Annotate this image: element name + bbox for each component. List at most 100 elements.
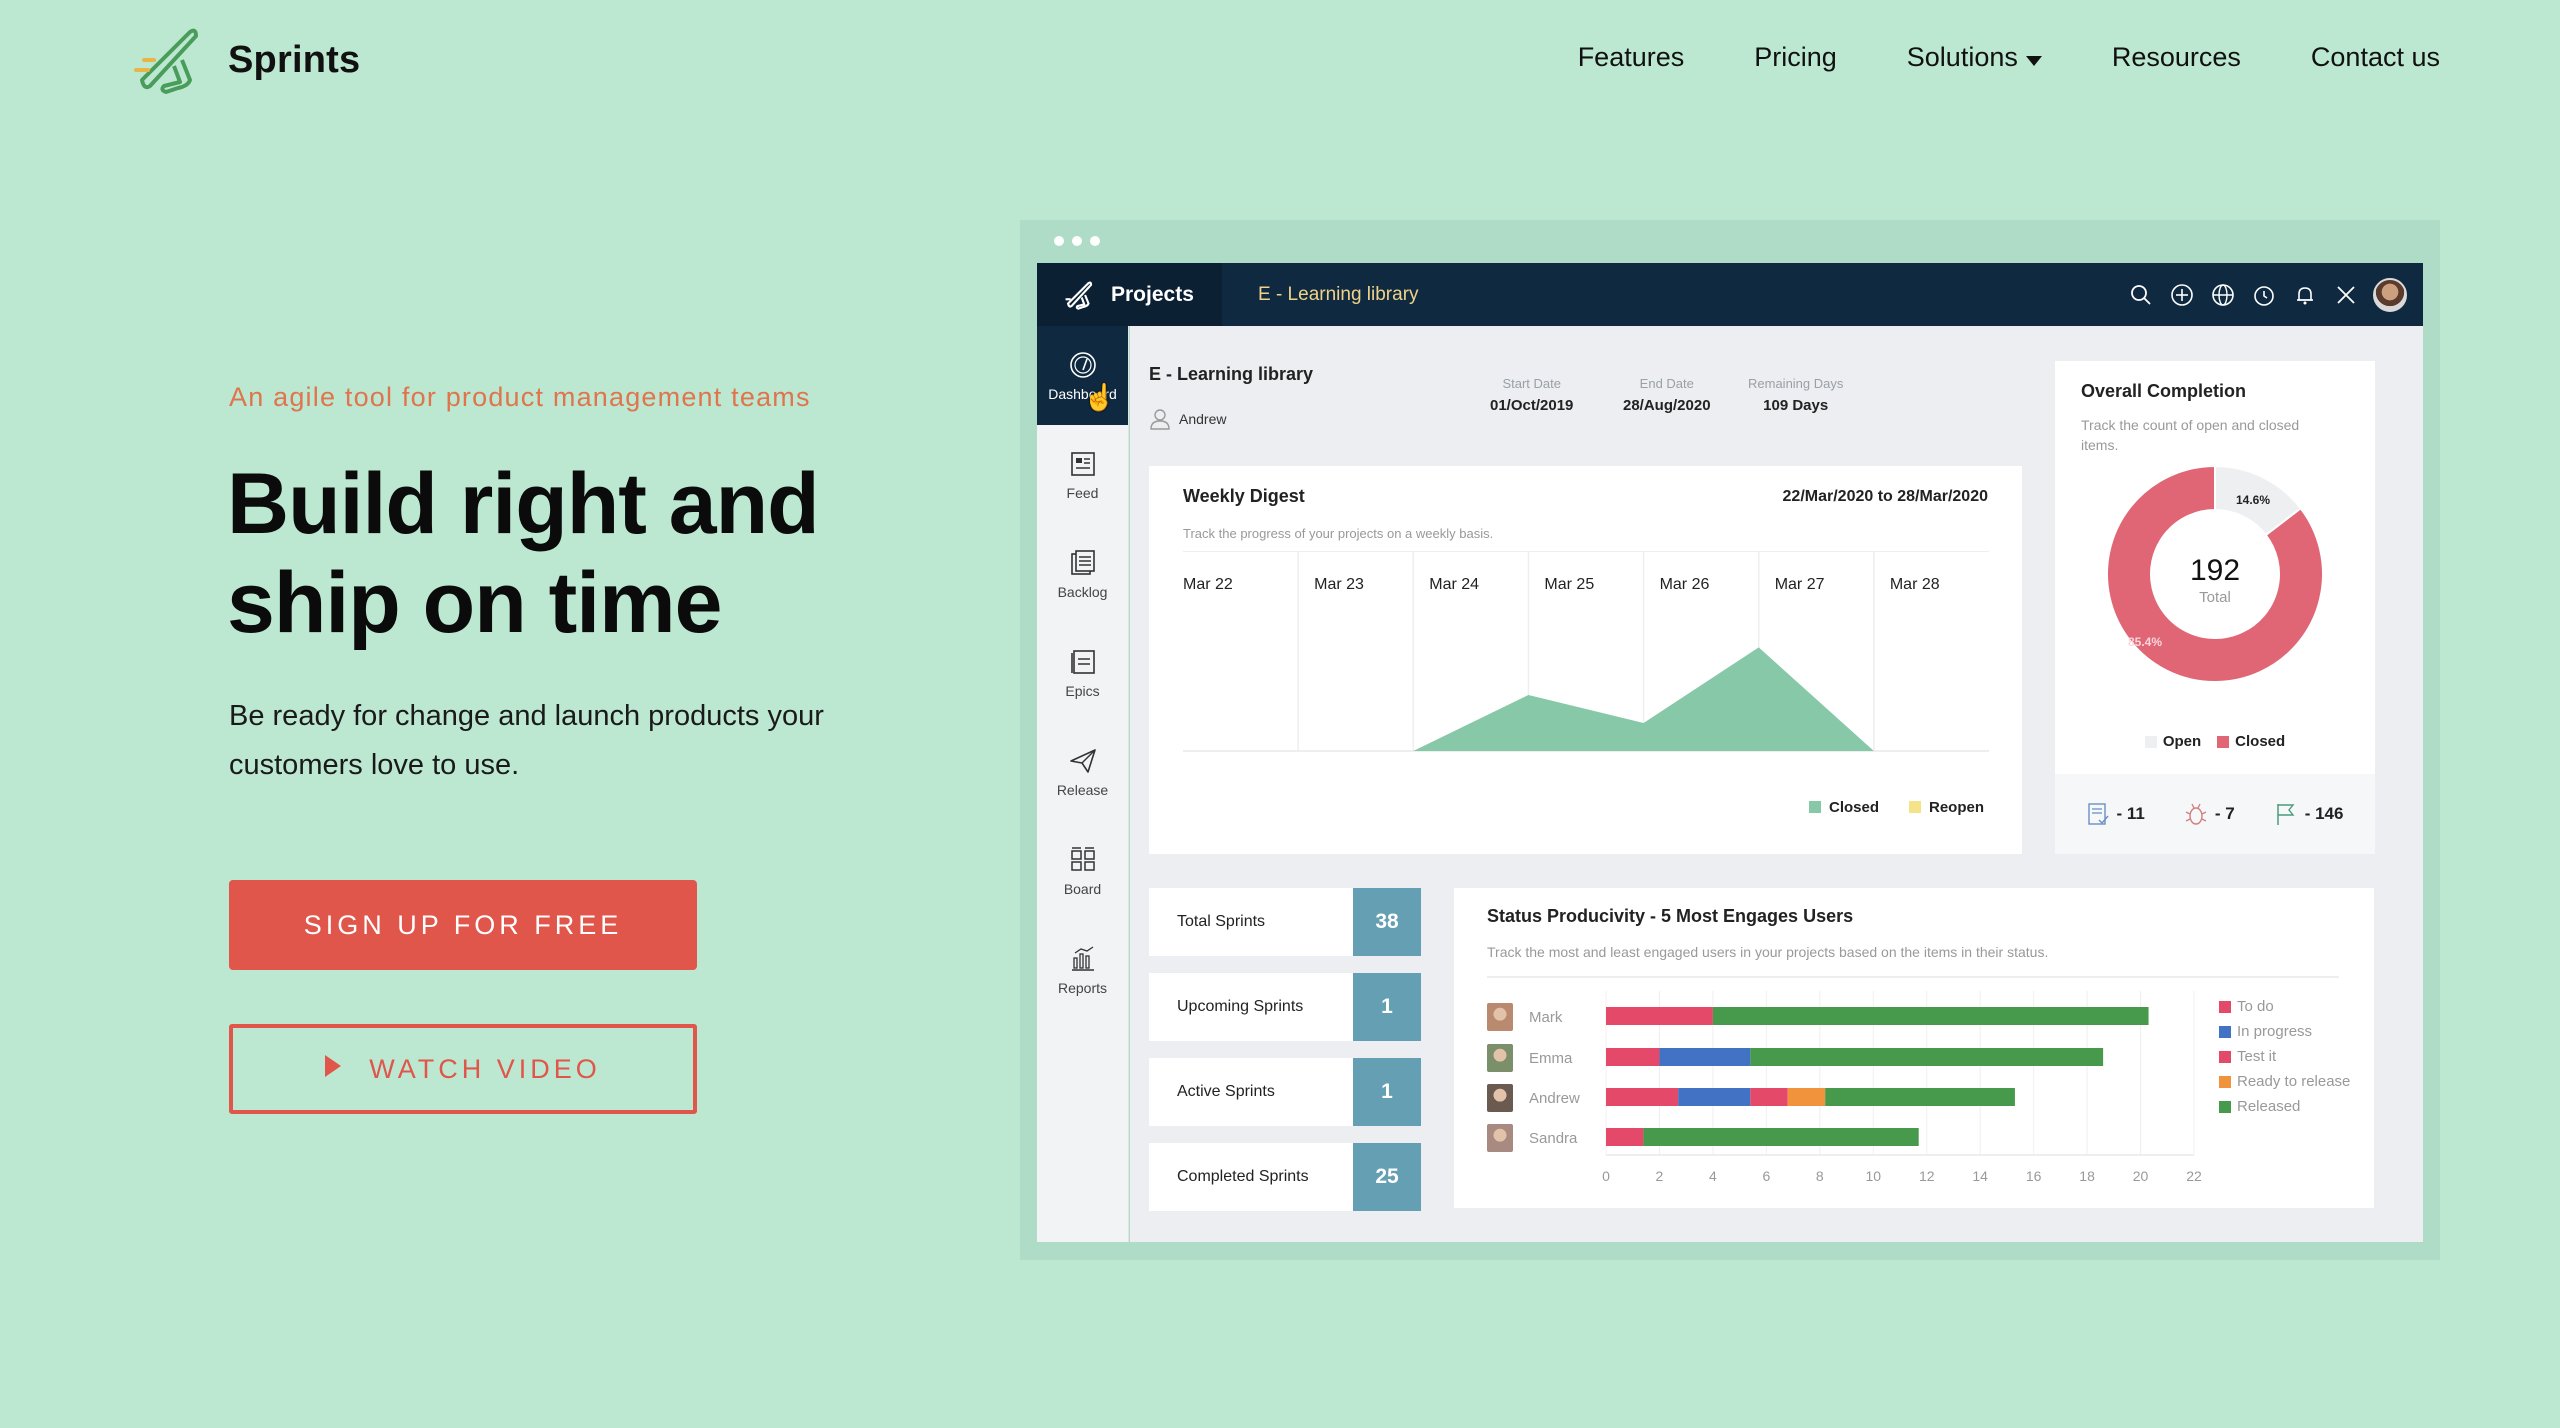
app-sidebar: Dashboard Feed Backlog Epics Release Boa… [1037, 326, 1129, 1242]
sidebar-label: Release [1056, 781, 1109, 798]
window-dot [1072, 236, 1082, 246]
legend-item: Test it [2219, 1048, 2350, 1065]
bugs-count: - 7 [2185, 802, 2235, 826]
search-icon[interactable] [2127, 281, 2155, 309]
legend-swatch [1809, 801, 1821, 813]
milestone-flag-icon [2276, 804, 2295, 825]
legend-label: In progress [2237, 1023, 2313, 1040]
start-date: Start Date 01/Oct/2019 [1490, 376, 1573, 414]
hero-headline: Build right and ship on time [227, 455, 820, 653]
projects-label: Projects [1111, 282, 1194, 306]
nav-solutions[interactable]: Solutions [1907, 42, 2042, 73]
sidebar-label: Feed [1066, 484, 1099, 501]
status-productivity-chart: 0 2 4 6 8 10 12 14 16 18 20 22 [1602, 991, 2202, 1184]
nav-resources[interactable]: Resources [2112, 42, 2241, 73]
legend-label: Test it [2237, 1048, 2277, 1065]
sidebar-item-feed[interactable]: Feed [1037, 425, 1128, 524]
stat-upcoming-sprints[interactable]: Upcoming Sprints 1 [1149, 973, 1421, 1041]
stat-active-sprints[interactable]: Active Sprints 1 [1149, 1058, 1421, 1126]
weekly-digest-card: Weekly Digest 22/Mar/2020 to 28/Mar/2020… [1149, 466, 2022, 854]
overall-completion-card: Overall Completion Track the count of op… [2055, 361, 2375, 854]
completion-donut-chart: 14.6% 85.4% 192 Total [2106, 464, 2324, 683]
remaining-days-label: Remaining Days [1748, 376, 1844, 391]
nav-pricing[interactable]: Pricing [1754, 42, 1837, 73]
stat-total-sprints[interactable]: Total Sprints 38 [1149, 888, 1421, 956]
legend-swatch [2219, 1050, 2231, 1063]
bar-segment-released [1825, 1088, 2015, 1106]
stat-label: Upcoming Sprints [1177, 998, 1304, 1015]
bar-segment-released [1750, 1048, 2104, 1066]
legend-swatch [2219, 1000, 2231, 1013]
sprints-logo-icon [1065, 280, 1093, 310]
watch-video-button[interactable]: WATCH VIDEO [229, 1024, 697, 1114]
weekly-digest-title: Weekly Digest [1183, 486, 1305, 506]
window-dots [1054, 236, 1100, 246]
tools-icon[interactable] [2332, 281, 2360, 309]
start-date-label: Start Date [1502, 376, 1561, 391]
sidebar-item-epics[interactable]: Epics [1037, 623, 1128, 722]
remaining-days-value: 109 Days [1763, 397, 1829, 414]
board-icon [1070, 846, 1095, 871]
x-tick-label: Mar 24 [1429, 576, 1479, 593]
start-date-value: 01/Oct/2019 [1490, 397, 1574, 414]
stat-value: 38 [1353, 888, 1421, 956]
globe-icon[interactable] [2209, 281, 2237, 309]
sidebar-item-release[interactable]: Release [1037, 722, 1128, 821]
x-tick-label: Mar 22 [1183, 576, 1233, 593]
brand-name: Sprints [228, 38, 361, 81]
headline-line-1: Build right and [227, 456, 820, 552]
clock-icon[interactable] [2250, 281, 2278, 309]
x-tick-label: Mar 28 [1890, 576, 1940, 593]
x-tick-label: Mar 27 [1775, 576, 1825, 593]
sidebar-label: Backlog [1057, 583, 1108, 600]
backlog-icon [1070, 549, 1095, 575]
legend-item: Ready to release [2219, 1073, 2350, 1090]
current-project-name[interactable]: E - Learning library [1258, 284, 1419, 306]
sidebar-item-board[interactable]: Board [1037, 821, 1128, 920]
stat-value: 25 [1353, 1143, 1421, 1211]
user-avatar[interactable] [2373, 277, 2407, 312]
status-legend: To do In progress Test it Ready to release R… [2219, 998, 2350, 1123]
brand-logo[interactable]: Sprints [130, 20, 360, 100]
user-icon [1150, 409, 1170, 430]
signup-button-label: SIGN UP FOR FREE [303, 909, 623, 940]
legend-swatch [2219, 1025, 2231, 1038]
status-productivity-title: Status Producivity - 5 Most Engages User… [1487, 906, 1854, 926]
nav-contact[interactable]: Contact us [2311, 42, 2440, 73]
dashboard-icon [1069, 351, 1096, 378]
status-productivity-subtitle: Track the most and least engaged users i… [1487, 944, 2049, 960]
bar-segment-to-do [1606, 1048, 1660, 1066]
x-tick-label: 20 [2133, 1168, 2149, 1184]
signup-button[interactable]: SIGN UP FOR FREE [229, 880, 697, 970]
nav-solutions-label: Solutions [1906, 42, 2018, 72]
sidebar-item-reports[interactable]: Reports [1037, 920, 1128, 1019]
legend-item: To do [2219, 998, 2350, 1015]
dashboard-content: E - Learning library Andrew Start Date 0… [1130, 326, 2423, 1242]
stat-completed-sprints[interactable]: Completed Sprints 25 [1149, 1143, 1421, 1211]
legend-label: Ready to release [2237, 1073, 2351, 1090]
x-tick-label: 6 [1762, 1168, 1770, 1184]
window-dot [1054, 236, 1064, 246]
projects-menu[interactable]: Projects [1037, 263, 1222, 326]
bell-icon[interactable] [2291, 281, 2319, 309]
milestones-count-value: - 146 [2304, 804, 2344, 823]
overall-completion-title: Overall Completion [2081, 381, 2247, 401]
add-icon[interactable] [2168, 281, 2196, 309]
x-tick-label: 12 [1919, 1168, 1935, 1184]
play-icon [325, 1055, 342, 1077]
main-nav: Features Pricing Solutions Resources Con… [1578, 42, 2440, 73]
caret-down-icon [2025, 55, 2042, 66]
legend-label: Closed [2235, 733, 2286, 750]
tasks-count: - 11 [2087, 802, 2145, 826]
bar-segment-to-do [1606, 1007, 1713, 1025]
divider [1487, 976, 2339, 978]
feed-icon [1070, 451, 1095, 476]
legend-swatch [2217, 735, 2230, 748]
bar-segment-in-progress [1678, 1088, 1751, 1106]
bar-segment-to-do [1606, 1128, 1644, 1146]
milestones-count: - 146 [2275, 802, 2344, 826]
completion-footer: - 11 - 7 - 146 [2055, 774, 2375, 854]
sidebar-item-backlog[interactable]: Backlog [1037, 524, 1128, 623]
legend-label: Released [2237, 1098, 2301, 1115]
nav-features[interactable]: Features [1578, 42, 1685, 73]
